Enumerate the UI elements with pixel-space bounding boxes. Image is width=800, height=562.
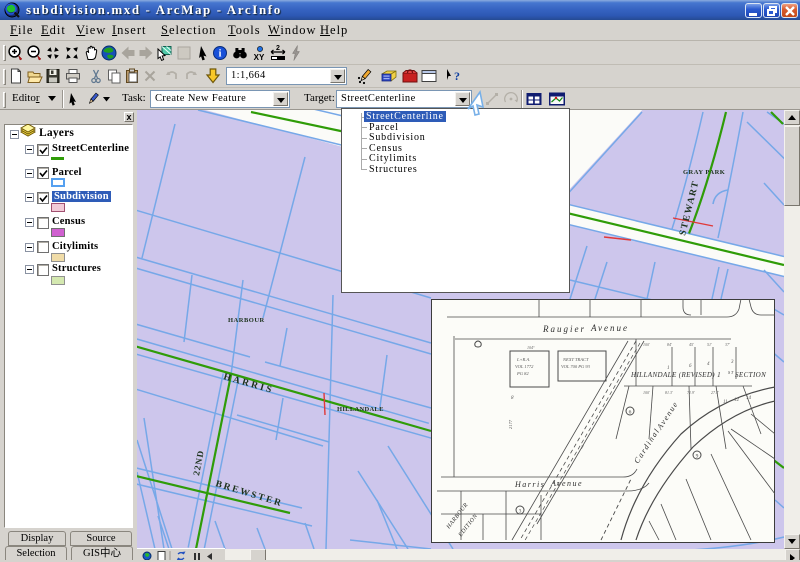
svg-text:HARBOUR: HARBOUR	[228, 317, 265, 324]
svg-text:Harris: Harris	[514, 480, 545, 489]
svg-text:11: 11	[723, 400, 728, 405]
svg-text:14: 14	[746, 396, 752, 401]
svg-text:XY: XY	[254, 53, 265, 62]
svg-text:51': 51'	[707, 342, 712, 347]
svg-text:100': 100'	[643, 390, 650, 395]
svg-text:VOL 700 PG 93: VOL 700 PG 93	[561, 364, 591, 369]
svg-text:6: 6	[629, 410, 632, 416]
svg-text:71.9': 71.9'	[687, 390, 695, 395]
svg-text:81.3': 81.3'	[665, 390, 673, 395]
svg-text:104°: 104°	[527, 345, 535, 350]
svg-text:100': 100'	[643, 342, 650, 347]
svg-text:SECTION: SECTION	[735, 371, 766, 379]
svg-text:2: 2	[276, 45, 280, 52]
svg-text:NEXT TRACT: NEXT TRACT	[562, 357, 589, 362]
svg-text:2177: 2177	[508, 419, 513, 429]
svg-text:3: 3	[519, 509, 522, 515]
svg-text:45': 45'	[689, 342, 694, 347]
svg-text:9: 9	[696, 454, 699, 460]
svg-text:84': 84'	[667, 342, 672, 347]
svg-text:i: i	[219, 49, 222, 60]
svg-text:Avenue: Avenue	[590, 323, 629, 333]
svg-text:27.4': 27.4'	[711, 390, 719, 395]
svg-text:HILLANDALE (REVISED) 1: HILLANDALE (REVISED) 1	[630, 371, 721, 379]
svg-text:ST: ST	[728, 370, 734, 375]
svg-text:37': 37'	[725, 342, 730, 347]
svg-text:VOL 1772: VOL 1772	[515, 364, 534, 369]
svg-text:L+R.A.: L+R.A.	[516, 357, 530, 362]
svg-text:Avenue: Avenue	[550, 479, 583, 488]
svg-text:Raugier: Raugier	[542, 324, 586, 334]
svg-text:GRAY PARK: GRAY PARK	[683, 169, 725, 176]
svg-text:12: 12	[734, 398, 740, 403]
svg-text:HILLANDALE: HILLANDALE	[337, 406, 384, 413]
svg-text:?: ?	[454, 69, 460, 83]
svg-text:1: 1	[667, 366, 670, 371]
svg-text:PG 82: PG 82	[516, 371, 529, 376]
